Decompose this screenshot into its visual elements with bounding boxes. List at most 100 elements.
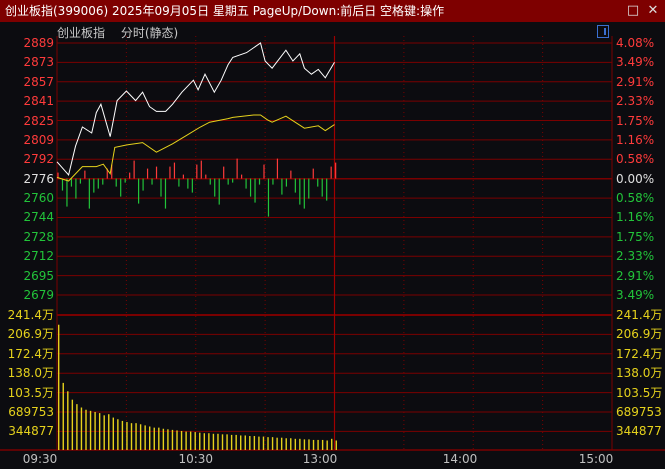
volume-bar xyxy=(103,415,105,450)
volume-bar xyxy=(253,436,256,450)
volume-label: 206.9万 xyxy=(616,327,663,342)
time-label: 09:30 xyxy=(22,452,58,466)
volume-label: 103.5万 xyxy=(7,385,54,400)
volume-bar xyxy=(285,438,287,450)
volume-label: 138.0万 xyxy=(616,366,663,381)
volume-bar xyxy=(203,433,206,450)
volume-label: 241.4万 xyxy=(7,308,54,322)
percent-label: 1.16% xyxy=(616,132,655,147)
percent-label: 4.08% xyxy=(616,36,655,50)
volume-bar xyxy=(117,419,119,450)
volume-bar xyxy=(130,423,133,450)
volume-bar xyxy=(212,433,215,450)
volume-bar xyxy=(331,438,333,450)
volume-bar xyxy=(244,435,246,450)
volume-bar xyxy=(85,409,87,450)
price-label: 2841 xyxy=(23,94,54,109)
time-label: 10:30 xyxy=(178,452,214,466)
volume-bar xyxy=(176,430,178,450)
volume-bar xyxy=(258,436,260,450)
volume-label: 103.5万 xyxy=(616,385,663,400)
volume-bar xyxy=(276,437,278,450)
volume-bar xyxy=(80,407,83,450)
volume-bar xyxy=(167,429,169,450)
volume-bar xyxy=(126,422,128,450)
volume-bar xyxy=(235,434,237,450)
percent-label: 3.49% xyxy=(616,288,655,302)
price-label: 2792 xyxy=(23,152,54,167)
intraday-chart xyxy=(0,36,665,451)
percent-label: 0.00% xyxy=(616,171,655,186)
volume-bar xyxy=(189,431,192,450)
volume-bar xyxy=(312,439,315,450)
price-label: 2857 xyxy=(23,74,54,89)
percent-label: 2.91% xyxy=(616,268,655,283)
price-label: 2695 xyxy=(23,268,54,283)
volume-label: 138.0万 xyxy=(7,366,54,381)
volume-label: 344877 xyxy=(616,424,662,439)
percent-label: 2.33% xyxy=(616,249,655,264)
volume-bar xyxy=(267,437,269,450)
volume-bar xyxy=(262,436,265,450)
volume-bar xyxy=(249,436,251,450)
volume-bar xyxy=(58,324,60,450)
percent-label: 0.58% xyxy=(616,152,655,167)
volume-label: 172.4万 xyxy=(616,346,663,361)
volume-bar xyxy=(299,438,301,450)
volume-bar xyxy=(71,399,74,450)
volume-bar xyxy=(194,432,196,450)
percent-label: 0.58% xyxy=(616,191,655,206)
volume-bar xyxy=(230,434,233,450)
volume-bar xyxy=(280,437,283,450)
volume-label: 206.9万 xyxy=(7,327,54,342)
price-label: 2760 xyxy=(23,191,54,206)
volume-label: 689753 xyxy=(8,405,54,419)
volume-bar xyxy=(89,410,92,450)
percent-label: 2.91% xyxy=(616,74,655,89)
percent-label: 1.16% xyxy=(616,210,655,225)
volume-bar xyxy=(326,440,328,450)
volume-bar xyxy=(67,391,69,450)
volume-bar xyxy=(153,427,155,450)
price-label: 2712 xyxy=(23,249,54,264)
volume-bar xyxy=(76,404,78,450)
volume-bar xyxy=(135,423,137,450)
price-label: 2744 xyxy=(23,210,54,225)
price-label: 2825 xyxy=(23,113,54,128)
volume-bar xyxy=(271,437,274,450)
volume-bar xyxy=(221,434,224,450)
volume-bar xyxy=(62,382,64,450)
volume-bar xyxy=(149,426,151,450)
volume-bar xyxy=(185,431,187,450)
volume-bar xyxy=(139,424,142,450)
volume-bar xyxy=(321,439,324,450)
price-label: 2679 xyxy=(23,288,54,302)
volume-bar xyxy=(121,420,124,450)
volume-bar xyxy=(208,433,210,450)
volume-bar xyxy=(112,417,115,450)
price-label: 2889 xyxy=(23,36,54,50)
price-label: 2776 xyxy=(23,171,54,186)
price-label: 2728 xyxy=(23,229,54,244)
time-label: 13:00 xyxy=(302,452,338,466)
percent-label: 2.33% xyxy=(616,94,655,109)
time-label: 15:00 xyxy=(578,452,614,466)
percent-label: 3.49% xyxy=(616,55,655,70)
volume-label: 689753 xyxy=(616,405,662,419)
volume-bar xyxy=(290,438,292,450)
volume-bar xyxy=(144,425,146,450)
volume-label: 344877 xyxy=(8,424,54,439)
volume-bar xyxy=(98,413,101,450)
volume-bar xyxy=(108,414,110,450)
volume-bar xyxy=(317,439,319,450)
volume-bar xyxy=(158,427,160,450)
volume-bar xyxy=(240,435,242,450)
volume-bar xyxy=(294,438,297,450)
volume-label: 241.4万 xyxy=(616,308,663,322)
volume-bar xyxy=(217,433,219,450)
volume-bar xyxy=(303,439,306,450)
volume-bar xyxy=(180,430,183,450)
price-label: 2809 xyxy=(23,132,54,147)
volume-bar xyxy=(308,439,310,450)
volume-bar xyxy=(171,429,174,450)
